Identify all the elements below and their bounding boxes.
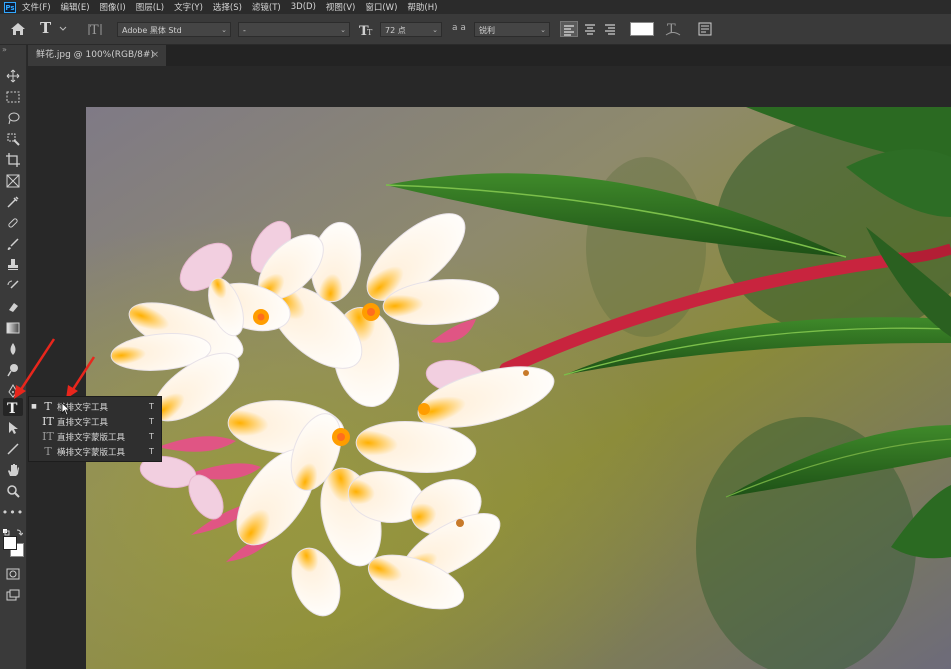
flyout-item-label: 横排文字蒙版工具 <box>57 447 126 458</box>
align-left-icon[interactable] <box>560 21 578 37</box>
text-color-fill <box>631 23 653 35</box>
menu-view[interactable]: 视图(V) <box>326 1 355 13</box>
chevron-down-icon: ⌄ <box>540 26 546 34</box>
document-tab[interactable]: 鲜花.jpg @ 100%(RGB/8#) × <box>28 45 166 66</box>
chevron-down-icon: ⌄ <box>432 26 438 34</box>
foreground-color-swatch[interactable] <box>3 536 17 550</box>
flyout-item-vertical-type[interactable]: IT 直排文字工具 T <box>29 414 161 429</box>
document-tab-title: 鲜花.jpg @ 100%(RGB/8#) <box>36 50 154 60</box>
anti-alias-select[interactable]: 锐利 ⌄ <box>474 22 550 37</box>
menu-help[interactable]: 帮助(H) <box>407 1 437 13</box>
path-selection-tool-icon[interactable] <box>3 419 23 437</box>
eyedropper-tool-icon[interactable] <box>3 193 23 211</box>
home-icon[interactable] <box>10 21 26 40</box>
plumeria-image <box>86 107 951 669</box>
line-tool-icon[interactable] <box>3 440 23 458</box>
menu-edit[interactable]: 编辑(E) <box>61 1 90 13</box>
close-icon[interactable]: × <box>151 45 159 66</box>
svg-text:T: T <box>367 28 373 37</box>
align-center-icon[interactable] <box>582 21 598 41</box>
menu-layer[interactable]: 图层(L) <box>136 1 164 13</box>
quick-mask-icon[interactable] <box>3 565 23 583</box>
menu-bar: Ps 文件(F) 编辑(E) 图像(I) 图层(L) 文字(Y) 选择(S) 滤… <box>0 0 951 14</box>
flyout-item-label: 直排文字蒙版工具 <box>57 432 126 443</box>
flyout-item-horizontal-type-mask[interactable]: T 横排文字蒙版工具 T <box>29 444 161 459</box>
flyout-item-shortcut: T <box>149 402 154 411</box>
flyout-item-horizontal-type[interactable]: ■ T 横排文字工具 T <box>29 399 161 414</box>
eraser-tool-icon[interactable] <box>3 298 23 316</box>
menu-filter[interactable]: 滤镜(T) <box>252 1 281 13</box>
align-right-icon[interactable] <box>602 21 618 41</box>
vertical-type-icon: IT <box>42 415 54 428</box>
annotation-arrow-2 <box>70 356 96 392</box>
warp-text-icon[interactable]: T <box>664 20 682 42</box>
annotation-arrows <box>14 338 96 399</box>
document-tab-bar: 鲜花.jpg @ 100%(RGB/8#) × <box>28 45 951 66</box>
move-tool-icon[interactable] <box>3 67 23 85</box>
mouse-cursor-icon <box>61 402 71 416</box>
flyout-item-label: 直排文字工具 <box>57 417 109 428</box>
photoshop-logo: Ps <box>4 1 16 13</box>
chevron-down-icon: ⌄ <box>221 26 227 34</box>
options-bar: T T Adobe 黑体 Std ⌄ - ⌄ TT 72 点 ⌄ a a 锐利 ⌄ T <box>0 14 951 45</box>
hand-tool-icon[interactable] <box>3 461 23 479</box>
type-tool-flyout: ■ T 横排文字工具 T IT 直排文字工具 T IT 直排文字蒙版工具 T T… <box>28 396 162 462</box>
type-tool-preset-icon[interactable]: T <box>38 19 68 41</box>
menu-window[interactable]: 窗口(W) <box>365 1 397 13</box>
flyout-item-vertical-type-mask[interactable]: IT 直排文字蒙版工具 T <box>29 429 161 444</box>
collapse-panel-icon[interactable]: » <box>2 45 7 54</box>
flower-photo[interactable] <box>86 107 951 669</box>
font-size-select[interactable]: 72 点 ⌄ <box>380 22 442 37</box>
lasso-tool-icon[interactable] <box>3 109 23 127</box>
svg-text:T: T <box>90 23 99 37</box>
zoom-tool-icon[interactable] <box>3 482 23 500</box>
flyout-item-shortcut: T <box>149 447 154 456</box>
svg-text:T: T <box>667 22 676 37</box>
font-style-select[interactable]: - ⌄ <box>238 22 350 37</box>
vertical-type-mask-icon: IT <box>42 430 54 443</box>
svg-text:T: T <box>40 19 52 37</box>
chevron-down-icon: ⌄ <box>340 26 346 34</box>
healing-brush-tool-icon[interactable] <box>3 214 23 232</box>
anti-alias-icon: a a <box>452 23 466 33</box>
selected-bullet-icon: ■ <box>31 403 37 410</box>
menu-file[interactable]: 文件(F) <box>22 1 51 13</box>
quick-select-tool-icon[interactable] <box>3 130 23 148</box>
menu-type[interactable]: 文字(Y) <box>174 1 203 13</box>
crop-tool-icon[interactable] <box>3 151 23 169</box>
history-brush-tool-icon[interactable] <box>3 277 23 295</box>
flyout-item-shortcut: T <box>149 417 154 426</box>
brush-tool-icon[interactable] <box>3 235 23 253</box>
marquee-tool-icon[interactable] <box>3 88 23 106</box>
menu-image[interactable]: 图像(I) <box>100 1 126 13</box>
annotation-arrow-1 <box>18 338 56 392</box>
horizontal-type-mask-icon: T <box>44 445 52 458</box>
font-size-icon: TT <box>359 22 375 41</box>
horizontal-type-icon: T <box>44 400 52 413</box>
character-panel-icon[interactable] <box>697 21 713 41</box>
menu-select[interactable]: 选择(S) <box>213 1 242 13</box>
annotation-arrow-1-head <box>14 385 26 399</box>
text-orientation-icon[interactable]: T <box>87 21 105 41</box>
screen-mode-icon[interactable] <box>3 586 23 604</box>
flyout-item-shortcut: T <box>149 432 154 441</box>
menu-3d[interactable]: 3D(D) <box>291 2 316 12</box>
more-tools-icon[interactable]: ••• <box>2 503 23 521</box>
clone-stamp-tool-icon[interactable] <box>3 256 23 274</box>
text-color-swatch[interactable] <box>630 22 654 36</box>
frame-tool-icon[interactable] <box>3 172 23 190</box>
font-family-select[interactable]: Adobe 黑体 Std ⌄ <box>117 22 231 37</box>
